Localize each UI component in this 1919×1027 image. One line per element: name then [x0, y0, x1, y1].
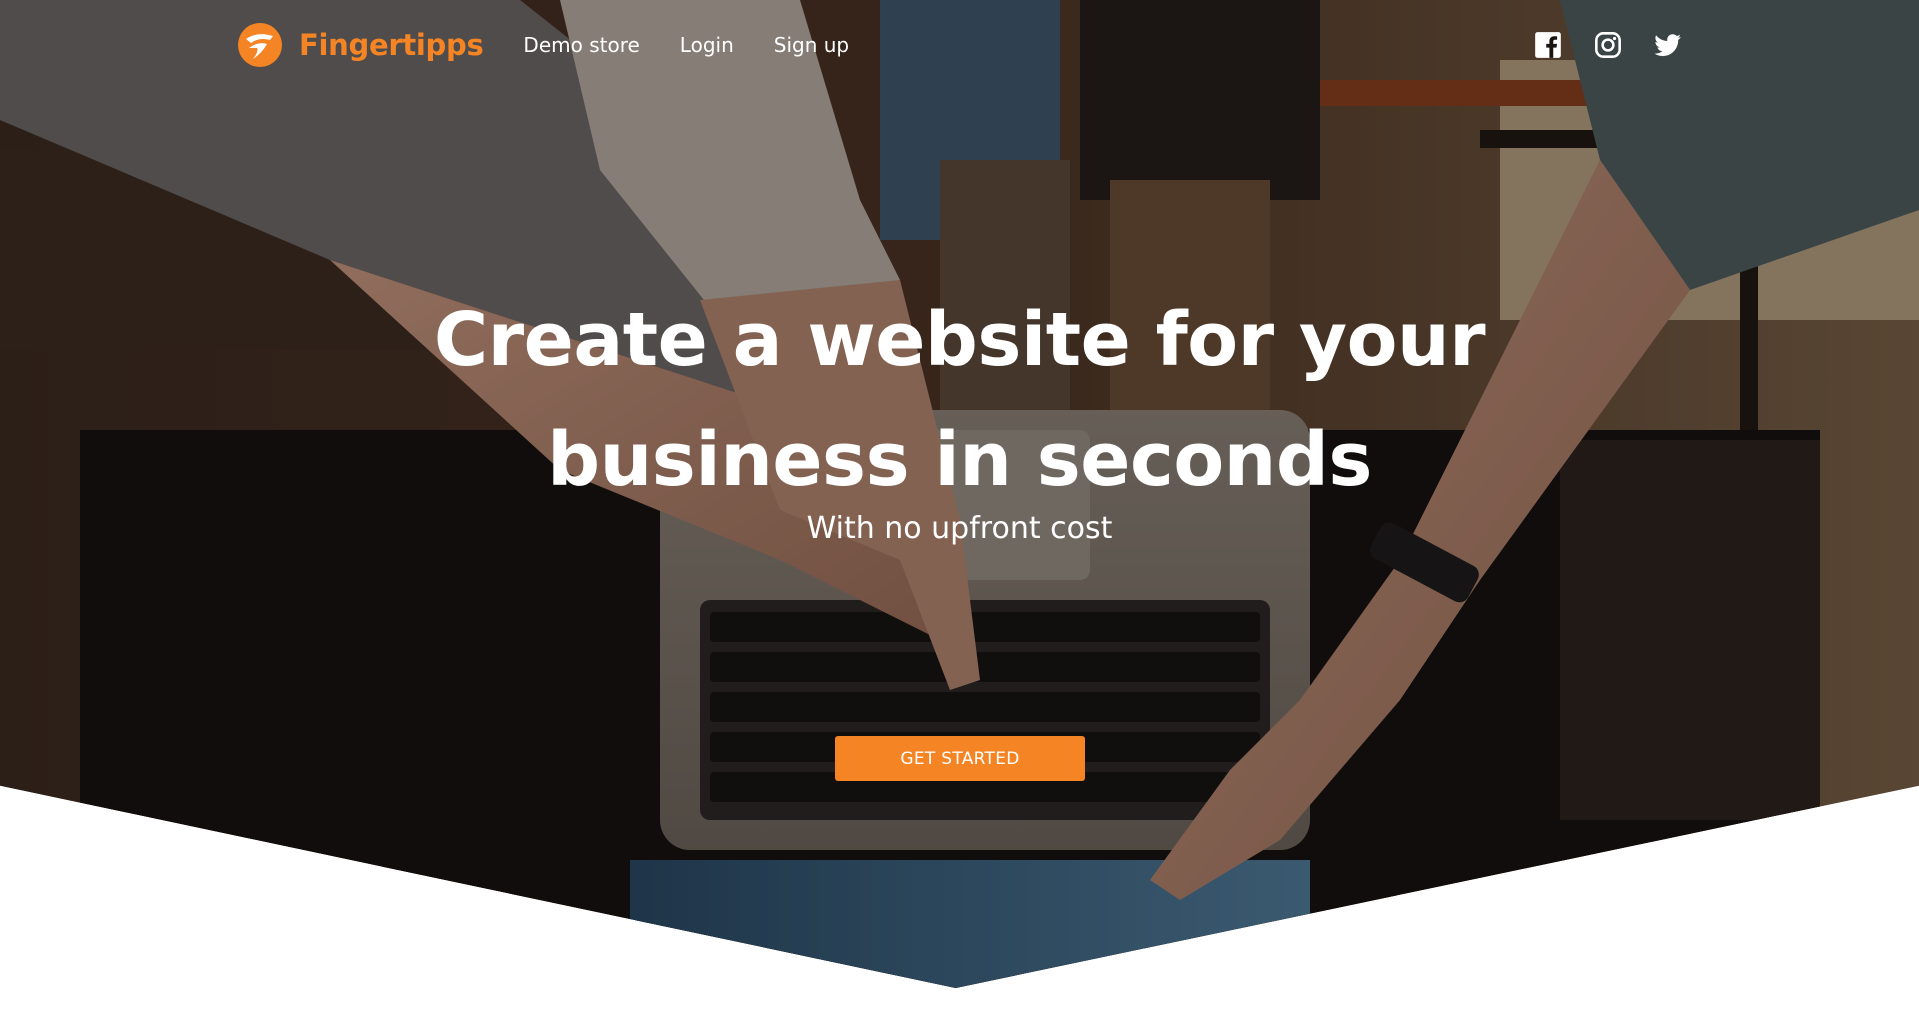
twitter-icon — [1654, 34, 1681, 57]
get-started-button[interactable]: GET STARTED — [835, 736, 1085, 781]
facebook-link[interactable] — [1534, 31, 1562, 59]
instagram-link[interactable] — [1594, 31, 1622, 59]
brand-link[interactable]: Fingertipps — [237, 22, 484, 68]
nav-demo-store-link[interactable]: Demo store — [523, 33, 639, 57]
brand-name: Fingertipps — [299, 28, 484, 62]
fingertipps-logo-icon — [238, 23, 282, 67]
twitter-link[interactable] — [1654, 31, 1682, 59]
hero-subheadline: With no upfront cost — [806, 511, 1113, 546]
nav-login-link[interactable]: Login — [680, 33, 734, 57]
hero-headline: Create a website for your business in se… — [0, 280, 1919, 520]
hero-headline-line-1: Create a website for your — [433, 297, 1486, 383]
instagram-icon — [1595, 32, 1621, 58]
hero-headline-line-2: business in seconds — [547, 417, 1372, 503]
navbar: Fingertipps Demo store Login Sign up — [0, 0, 1919, 90]
social-links — [1502, 31, 1682, 59]
facebook-icon — [1535, 32, 1561, 58]
nav-signup-link[interactable]: Sign up — [774, 33, 849, 57]
